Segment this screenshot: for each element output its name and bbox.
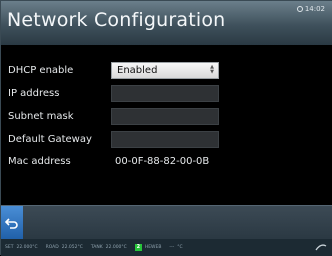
status-set-value: 22.000°C [16, 245, 38, 250]
dhcp-row: DHCP enable Enabled ▲ ▼ [1, 62, 332, 80]
back-button[interactable] [1, 206, 23, 240]
clock-time: 14:02 [304, 5, 325, 13]
status-tank: TANK 22.000°C [91, 245, 127, 250]
clock: 14:02 [296, 5, 325, 13]
dhcp-select[interactable]: Enabled ▲ ▼ [111, 62, 219, 79]
status-badge: 2 [134, 244, 142, 251]
ip-label: IP address [8, 88, 60, 99]
dhcp-value: Enabled [117, 65, 158, 76]
status-road-label: ROAD [45, 245, 59, 250]
status-extra-label: --- [169, 245, 175, 250]
status-heweb-label: HEWEB [144, 245, 162, 250]
footer-bar [1, 205, 332, 240]
default-gateway-field[interactable] [111, 131, 219, 148]
status-extra-value: °C [177, 245, 183, 250]
mac-row: Mac address 00-0F-88-82-00-0B [1, 153, 332, 171]
device-screen: Network Configuration 14:02 DHCP enable … [0, 0, 332, 256]
gateway-row: Default Gateway [1, 131, 332, 149]
status-heweb: 2 HEWEB [134, 244, 162, 251]
mac-label: Mac address [8, 156, 71, 167]
mac-address-value: 00-0F-88-82-00-0B [115, 156, 210, 167]
ip-address-field[interactable] [111, 85, 219, 102]
status-tank-value: 22.000°C [105, 245, 127, 250]
ip-row: IP address [1, 85, 332, 103]
gateway-label: Default Gateway [8, 134, 92, 145]
status-road-value: 22.052°C [61, 245, 83, 250]
signal-icon [315, 244, 327, 251]
page-title: Network Configuration [7, 9, 226, 31]
status-set-label: SET [5, 245, 14, 250]
subnet-label: Subnet mask [8, 111, 74, 122]
subnet-mask-field[interactable] [111, 108, 219, 125]
status-bar: SET 22.000°C ROAD 22.052°C TANK 22.000°C… [1, 239, 332, 256]
status-tank-label: TANK [90, 245, 103, 250]
status-set: SET 22.000°C [5, 245, 38, 250]
back-arrow-icon [5, 218, 18, 229]
status-extra: --- °C [169, 245, 182, 250]
network-form: DHCP enable Enabled ▲ ▼ IP address Subnet… [1, 45, 332, 205]
dhcp-label: DHCP enable [8, 65, 74, 76]
spinner-arrows-icon: ▲ ▼ [210, 64, 214, 75]
status-road: ROAD 22.052°C [46, 245, 83, 250]
header-bar: Network Configuration 14:02 [1, 1, 332, 45]
subnet-row: Subnet mask [1, 108, 332, 126]
clock-icon [296, 6, 303, 12]
